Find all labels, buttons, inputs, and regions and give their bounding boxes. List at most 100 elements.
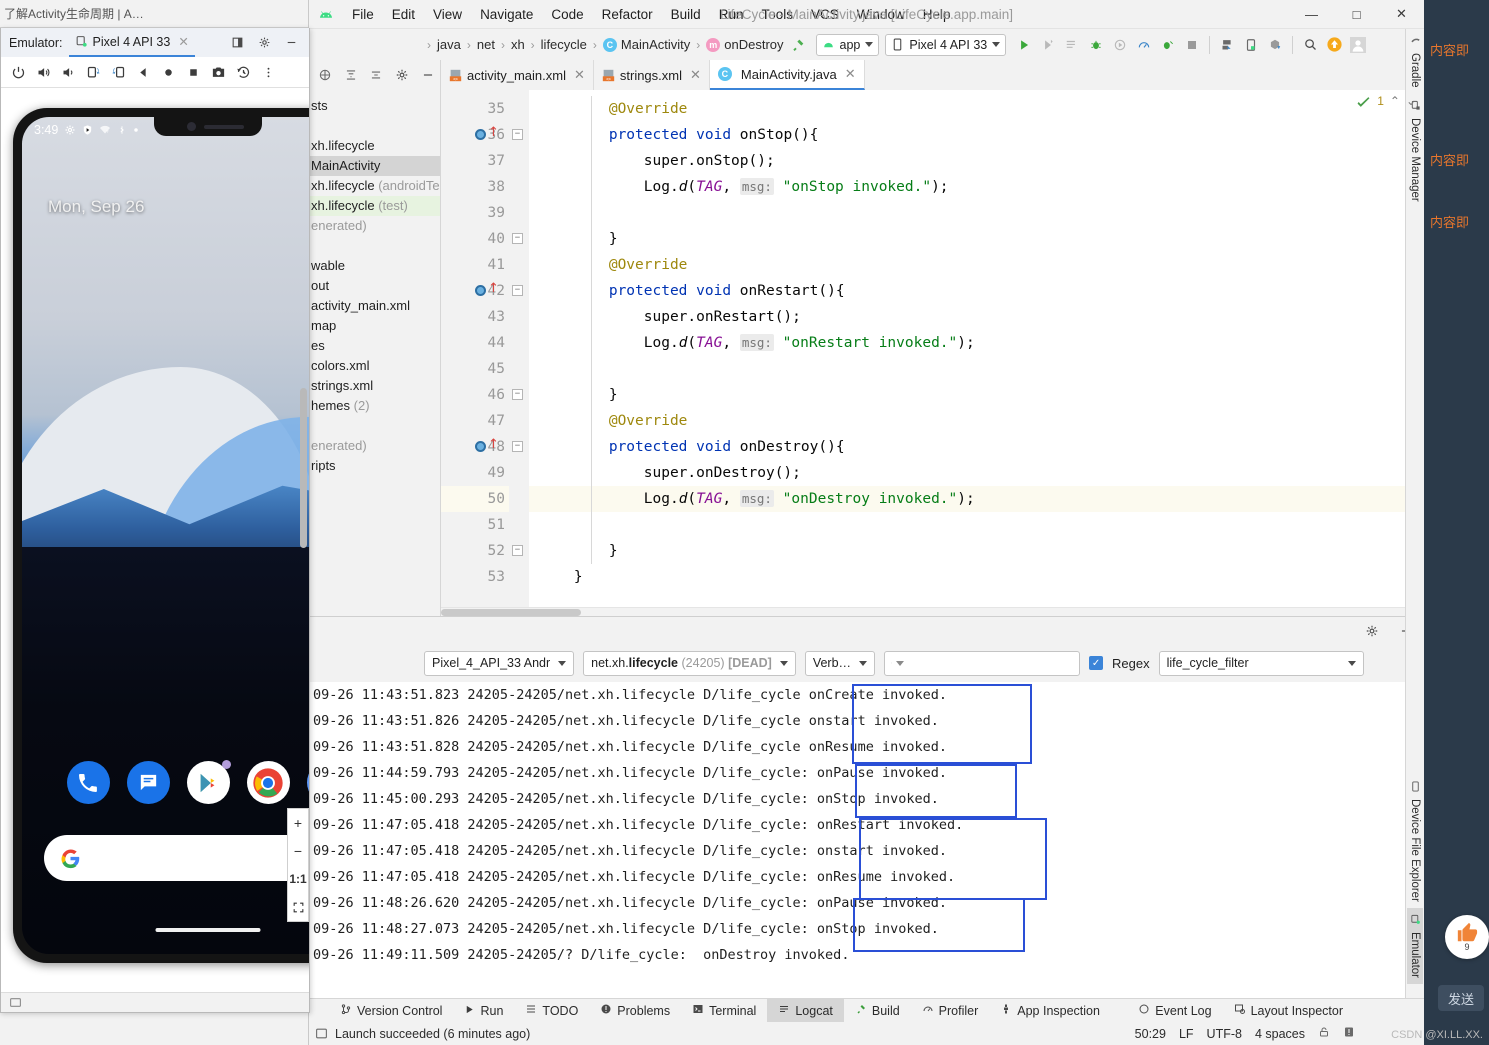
minimize-button[interactable]: — bbox=[1289, 0, 1334, 29]
back-icon[interactable] bbox=[132, 61, 154, 83]
collapse-all-icon[interactable] bbox=[339, 63, 363, 87]
indent-setting[interactable]: 4 spaces bbox=[1255, 1027, 1305, 1041]
logcat-line[interactable]: 09-26 11:43:51.826 24205-24205/net.xh.li… bbox=[309, 708, 1424, 734]
file-encoding[interactable]: UTF-8 bbox=[1207, 1027, 1242, 1041]
close-icon[interactable]: ✕ bbox=[178, 34, 188, 49]
line-number[interactable]: 35 bbox=[441, 96, 509, 122]
logcat-line[interactable]: 09-26 11:47:05.418 24205-24205/net.xh.li… bbox=[309, 864, 1424, 890]
search-everywhere-button[interactable] bbox=[1298, 33, 1322, 57]
date-widget[interactable]: Mon, Sep 26 bbox=[48, 197, 144, 217]
right-tab-device-manager[interactable]: Device Manager bbox=[1407, 94, 1423, 208]
code-line[interactable]: @Override bbox=[529, 96, 1424, 122]
logcat-level-selector[interactable]: Verb… bbox=[804, 650, 876, 676]
toolwindow-run[interactable]: Run bbox=[453, 999, 514, 1023]
line-number[interactable]: 39 bbox=[441, 200, 509, 226]
phone-display[interactable]: 3:49 ? Mon, Sep 26 bbox=[22, 117, 309, 954]
breakpoint-icon[interactable] bbox=[475, 129, 486, 140]
play-store-app-icon[interactable] bbox=[186, 760, 231, 804]
fold-toggle-icon[interactable]: − bbox=[512, 389, 523, 400]
editor-horizontal-scrollbar[interactable] bbox=[441, 607, 1424, 616]
logcat-search-input[interactable] bbox=[884, 650, 1081, 676]
history-icon[interactable] bbox=[232, 61, 254, 83]
close-icon[interactable]: ✕ bbox=[845, 66, 856, 82]
code-line[interactable] bbox=[529, 200, 1424, 226]
run-configuration-selector[interactable]: app bbox=[815, 33, 880, 56]
tree-node[interactable]: MainActivity bbox=[309, 156, 440, 176]
regex-checkbox[interactable]: ✓ bbox=[1089, 656, 1104, 670]
code-line[interactable]: } bbox=[529, 382, 1424, 408]
toolwindow-layout-inspector[interactable]: Layout Inspector bbox=[1223, 999, 1354, 1023]
fold-toggle-icon[interactable]: − bbox=[512, 233, 523, 244]
code-line[interactable]: Log.d(TAG, msg: "onStop invoked."); bbox=[529, 174, 1424, 200]
hide-panel-icon[interactable] bbox=[416, 63, 440, 87]
fold-toggle-icon[interactable]: − bbox=[512, 285, 523, 296]
logcat-filter-selector[interactable]: life_cycle_filter bbox=[1158, 650, 1364, 676]
line-number[interactable]: 51 bbox=[441, 512, 509, 538]
line-number[interactable]: 40 bbox=[441, 226, 509, 252]
logcat-line[interactable]: 09-26 11:47:05.418 24205-24205/net.xh.li… bbox=[309, 838, 1424, 864]
emulator-screen-area[interactable]: 3:49 ? Mon, Sep 26 + − 1:1 bbox=[1, 88, 309, 992]
breadcrumb-item-ondestroy[interactable]: m onDestroy bbox=[704, 37, 785, 52]
device-selector[interactable]: Pixel 4 API 33 bbox=[885, 33, 1007, 56]
home-icon[interactable] bbox=[157, 61, 179, 83]
navigation-pill[interactable] bbox=[155, 928, 261, 932]
menu-code[interactable]: Code bbox=[542, 5, 592, 24]
chrome-app-icon[interactable] bbox=[246, 761, 290, 804]
menu-tools[interactable]: Tools bbox=[752, 5, 802, 24]
breadcrumb-item-mainactivity[interactable]: C MainActivity bbox=[601, 37, 692, 52]
tree-node[interactable]: colors.xml bbox=[309, 356, 440, 376]
tab-strings-xml[interactable]: <> strings.xml ✕ bbox=[594, 60, 710, 90]
close-icon[interactable]: ✕ bbox=[690, 67, 701, 83]
line-number[interactable]: 52 bbox=[441, 538, 509, 564]
code-line[interactable] bbox=[529, 512, 1424, 538]
line-number[interactable]: 37 bbox=[441, 148, 509, 174]
avatar[interactable] bbox=[1346, 33, 1370, 57]
tree-node[interactable]: strings.xml bbox=[309, 376, 440, 396]
expand-icon[interactable] bbox=[313, 63, 337, 87]
menu-help[interactable]: Help bbox=[914, 5, 960, 24]
right-tab-emulator[interactable]: Emulator bbox=[1407, 907, 1423, 984]
toolwindow-problems[interactable]: Problems bbox=[589, 999, 681, 1023]
power-icon[interactable] bbox=[7, 61, 29, 83]
zoom-out-button[interactable]: − bbox=[287, 837, 309, 865]
tree-node[interactable]: enerated) bbox=[309, 216, 440, 236]
close-icon[interactable]: ✕ bbox=[574, 67, 585, 83]
notification-icon[interactable] bbox=[1343, 1026, 1355, 1041]
camera-app-icon[interactable] bbox=[306, 761, 309, 804]
expand-all-icon[interactable] bbox=[365, 63, 389, 87]
breakpoint-icon[interactable] bbox=[475, 285, 486, 296]
breadcrumb-item-net[interactable]: net bbox=[475, 37, 497, 52]
background-browser-window[interactable]: 了解Activity生命周期 | A… bbox=[0, 0, 308, 28]
code-line[interactable]: @Override bbox=[529, 252, 1424, 278]
code-line[interactable]: super.onDestroy(); bbox=[529, 460, 1424, 486]
tree-node[interactable]: map bbox=[309, 316, 440, 336]
code-line[interactable]: } bbox=[529, 564, 1424, 590]
fold-toggle-icon[interactable]: − bbox=[512, 129, 523, 140]
send-button[interactable]: 发送 bbox=[1438, 985, 1484, 1011]
line-number-gutter[interactable]: 35 36 ↑ 37 38 39 40 41 42 ↑ 43 44 45 46 47 48 ↑ 49 50 51 52 5… bbox=[441, 90, 509, 607]
close-button[interactable]: ✕ bbox=[1379, 0, 1424, 29]
code-line[interactable] bbox=[529, 356, 1424, 382]
menu-build[interactable]: Build bbox=[662, 5, 710, 24]
menu-run[interactable]: Run bbox=[710, 5, 753, 24]
code-line[interactable]: super.onStop(); bbox=[529, 148, 1424, 174]
prev-problem-icon[interactable]: ⌃ bbox=[1390, 94, 1400, 108]
inspection-widget[interactable]: 1 ⌃ ⌄ bbox=[1356, 94, 1416, 108]
logcat-line[interactable]: 09-26 11:47:05.418 24205-24205/net.xh.li… bbox=[309, 812, 1424, 838]
tree-node[interactable]: xh.lifecycle bbox=[309, 136, 440, 156]
debug-button[interactable] bbox=[1084, 33, 1108, 57]
logcat-device-selector[interactable]: Pixel_4_API_33 Andr bbox=[424, 650, 575, 676]
line-number[interactable]: 41 bbox=[441, 252, 509, 278]
tab-mainactivity-java[interactable]: C MainActivity.java ✕ bbox=[709, 60, 865, 90]
code-line[interactable]: } bbox=[529, 538, 1424, 564]
thumbs-up-badge[interactable]: 9 bbox=[1445, 915, 1489, 959]
screenshot-icon[interactable] bbox=[207, 61, 229, 83]
toolwindow-build[interactable]: Build bbox=[844, 999, 911, 1023]
toolwindow-profiler[interactable]: Profiler bbox=[911, 999, 990, 1023]
fold-gutter[interactable]: − − − − − − bbox=[509, 90, 529, 607]
line-number[interactable]: 38 bbox=[441, 174, 509, 200]
line-number[interactable]: 45 bbox=[441, 356, 509, 382]
line-number[interactable]: 36 ↑ bbox=[441, 122, 509, 148]
line-number[interactable]: 49 bbox=[441, 460, 509, 486]
line-separator[interactable]: LF bbox=[1179, 1027, 1194, 1041]
